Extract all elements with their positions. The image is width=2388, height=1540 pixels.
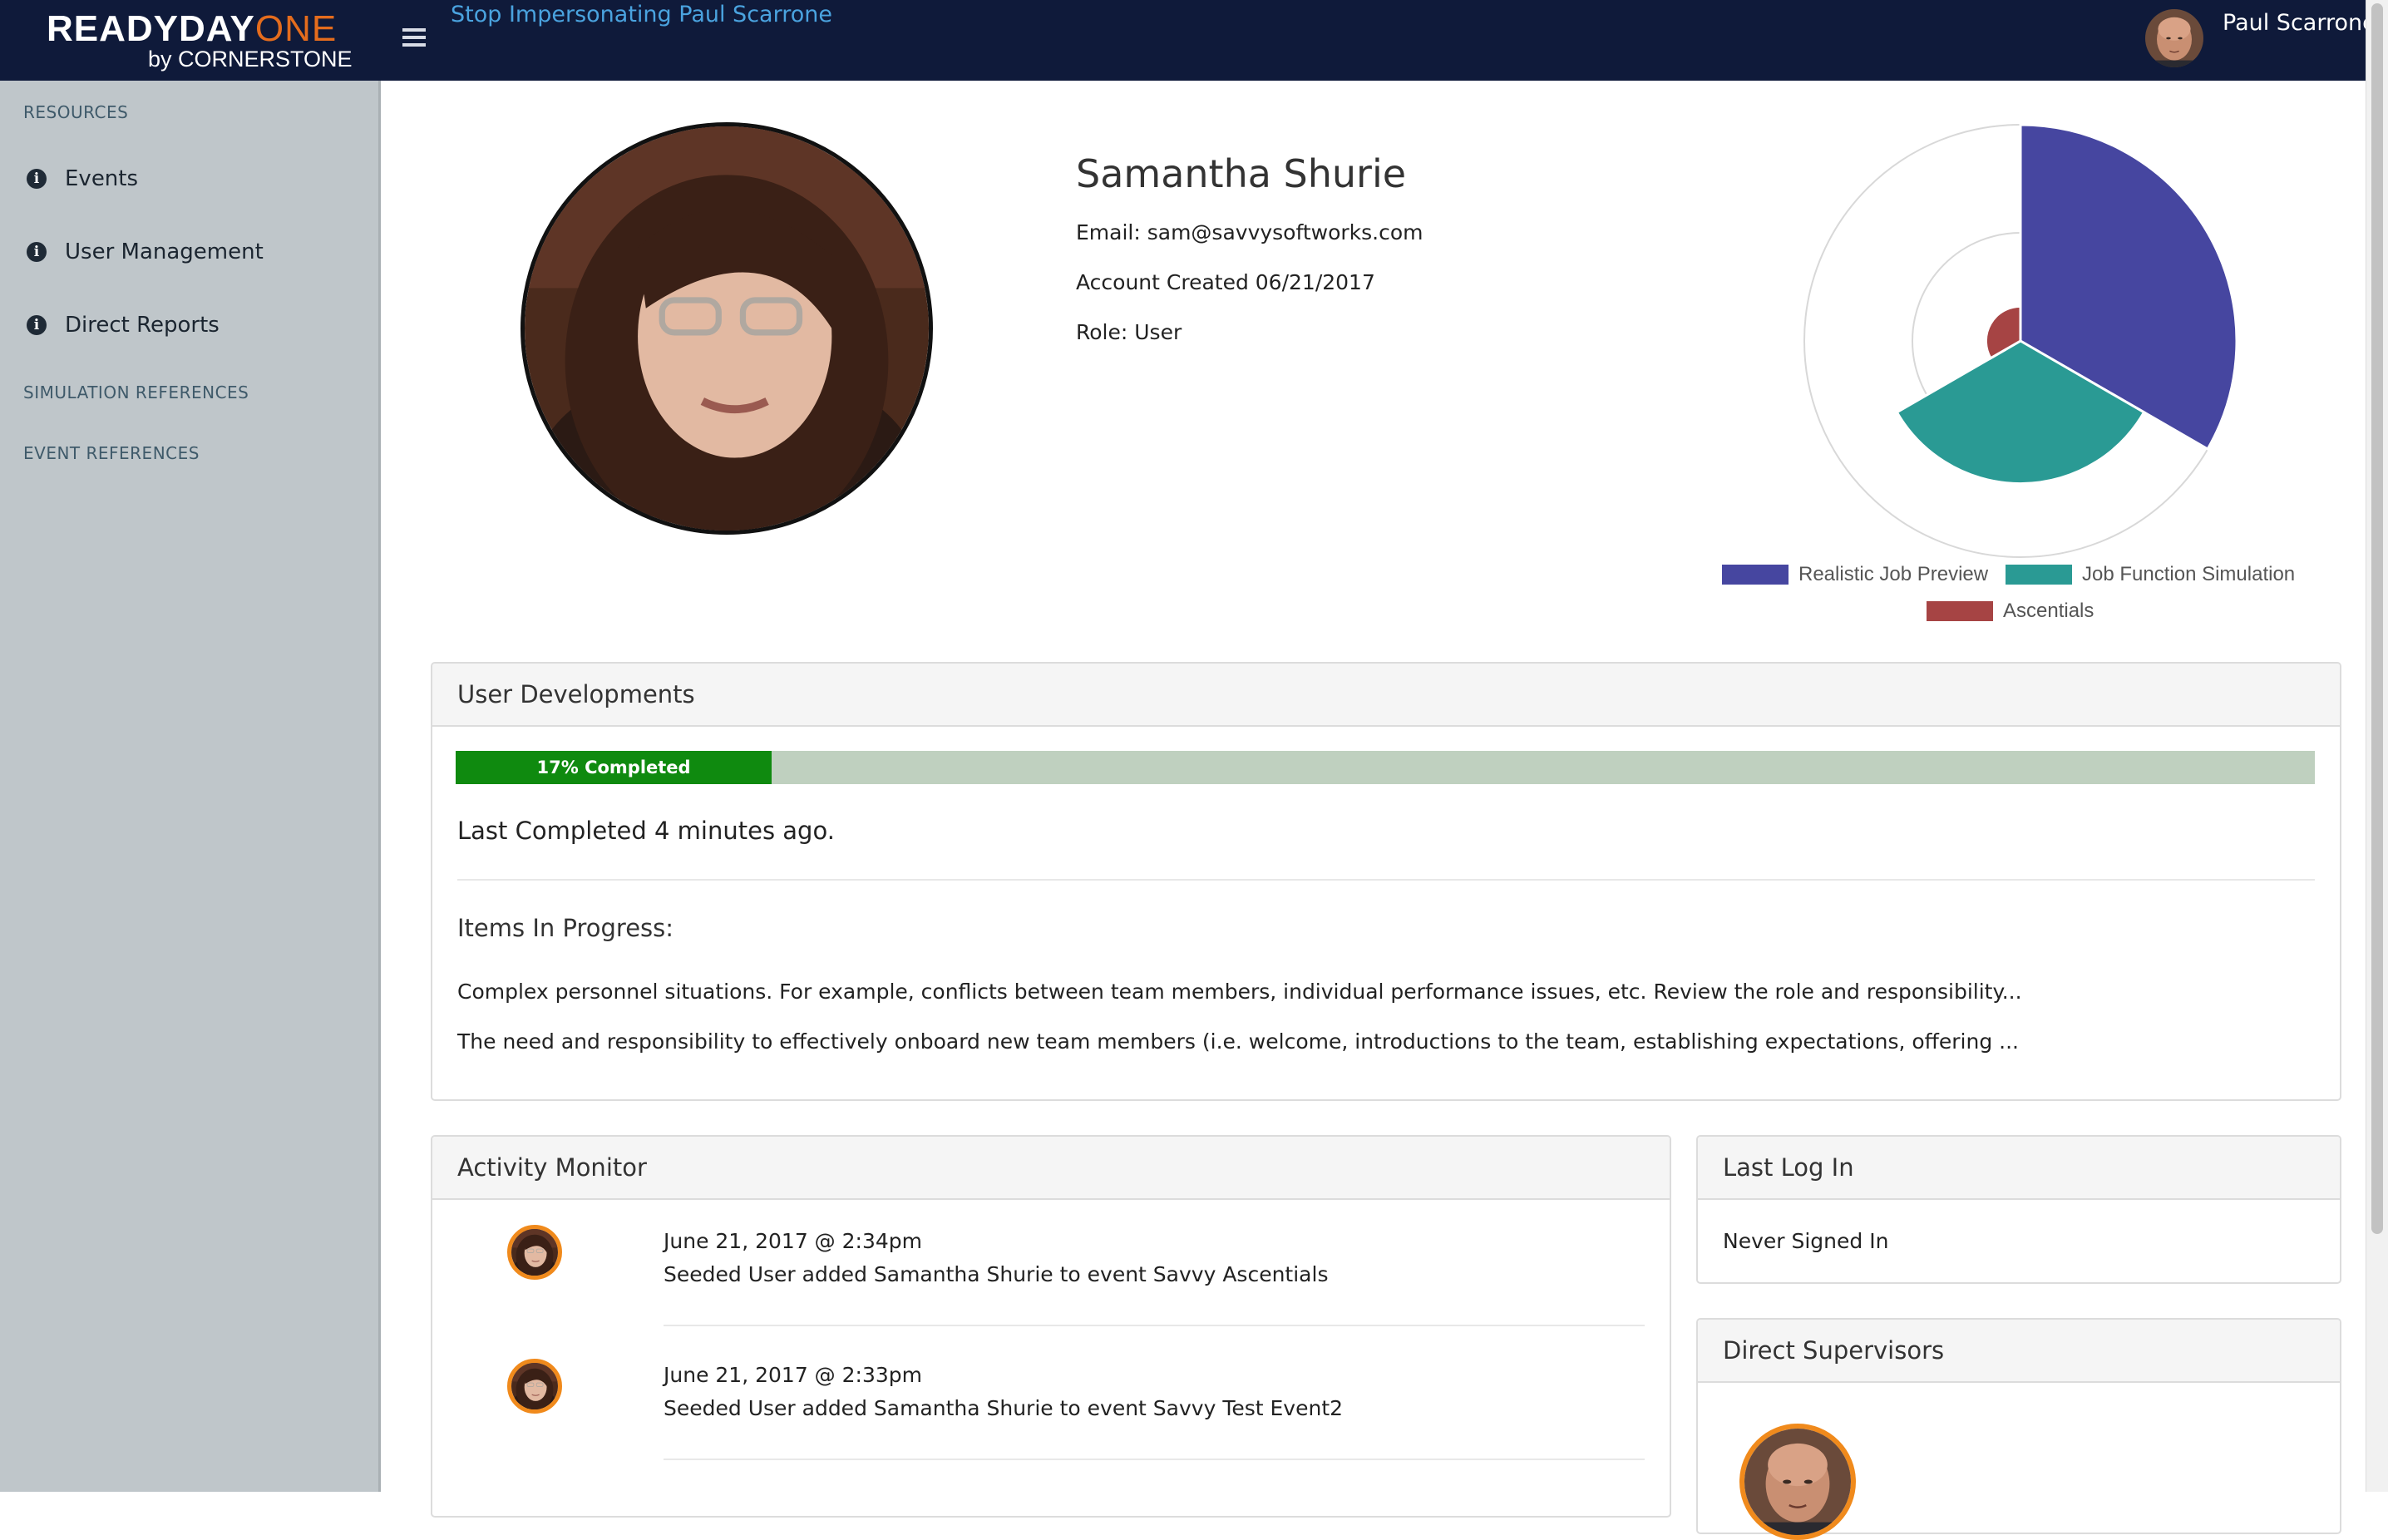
activity-description: Seeded User added Samantha Shurie to eve… — [664, 1396, 1344, 1420]
development-polar-chart — [1803, 123, 2238, 558]
items-in-progress-heading: Items In Progress: — [457, 914, 674, 942]
profile-photo — [521, 122, 933, 535]
last-login-value: Never Signed In — [1723, 1229, 1889, 1253]
top-navbar: READYDAYONE by CORNERSTONE Stop Imperson… — [0, 0, 2376, 81]
activity-timestamp: June 21, 2017 @ 2:33pm — [664, 1363, 922, 1387]
last-completed-text: Last Completed 4 minutes ago. — [457, 817, 835, 845]
activity-user-avatar[interactable] — [507, 1225, 562, 1280]
legend-label: Ascentials — [2003, 600, 2094, 622]
sidebar-item-events[interactable]: i Events — [27, 162, 138, 195]
panel-title: User Developments — [432, 664, 2340, 727]
last-login-panel: Last Log In — [1696, 1135, 2341, 1284]
in-progress-item[interactable]: Complex personnel situations. For exampl… — [457, 980, 2022, 1004]
sidebar: RESOURCES i Events i User Management i D… — [0, 81, 381, 1492]
stop-impersonating-link[interactable]: Stop Impersonating Paul Scarrone — [451, 2, 832, 27]
page-scrollbar[interactable] — [2366, 0, 2388, 1492]
sidebar-item-label: User Management — [65, 239, 264, 264]
sidebar-item-label: Direct Reports — [65, 313, 220, 338]
legend-swatch — [1722, 565, 1789, 585]
scrollbar-thumb[interactable] — [2371, 3, 2383, 1234]
activity-user-avatar[interactable] — [507, 1359, 562, 1414]
legend-item[interactable]: Realistic Job Preview — [1722, 563, 1988, 586]
info-icon: i — [27, 242, 47, 262]
profile-account-created: Account Created 06/21/2017 — [1076, 270, 1375, 294]
sidebar-section-event-references[interactable]: EVENT REFERENCES — [23, 443, 200, 463]
activity-description: Seeded User added Samantha Shurie to eve… — [664, 1262, 1329, 1286]
legend-label: Job Function Simulation — [2082, 563, 2296, 585]
profile-name: Samantha Shurie — [1076, 151, 1407, 196]
divider — [664, 1459, 1645, 1460]
sidebar-section-simulation-references[interactable]: SIMULATION REFERENCES — [23, 383, 249, 402]
sidebar-section-resources: RESOURCES — [23, 102, 129, 122]
legend-swatch — [1927, 601, 1993, 621]
divider — [457, 879, 2315, 881]
legend-swatch — [2006, 565, 2072, 585]
supervisor-avatar[interactable] — [1739, 1424, 1856, 1540]
info-icon: i — [27, 169, 47, 189]
readydayone-logo[interactable]: READYDAYONE by CORNERSTONE — [47, 8, 353, 72]
panel-title: Direct Supervisors — [1698, 1320, 2340, 1383]
panel-title: Activity Monitor — [432, 1137, 1670, 1200]
legend-item[interactable]: Job Function Simulation — [2006, 563, 2295, 586]
divider — [664, 1325, 1645, 1326]
panel-title: Last Log In — [1698, 1137, 2340, 1200]
profile-role: Role: User — [1076, 320, 1182, 344]
profile-email: Email: sam@savvysoftworks.com — [1076, 220, 1423, 244]
logo-wordmark: READYDAYONE — [47, 8, 338, 49]
current-user-avatar[interactable] — [2145, 9, 2203, 67]
activity-monitor-panel: Activity Monitor — [431, 1135, 1671, 1518]
activity-timestamp: June 21, 2017 @ 2:34pm — [664, 1229, 922, 1253]
development-progress-bar: 17% Completed — [456, 751, 2315, 784]
legend-label: Realistic Job Preview — [1798, 563, 1989, 585]
legend-item[interactable]: Ascentials — [1927, 600, 2094, 623]
current-user-name[interactable]: Paul Scarrone — [2223, 10, 2376, 36]
logo-byline: by CORNERSTONE — [148, 47, 353, 72]
info-icon: i — [27, 315, 47, 335]
sidebar-item-user-management[interactable]: i User Management — [27, 235, 264, 269]
hamburger-menu-icon[interactable] — [402, 28, 426, 48]
in-progress-item[interactable]: The need and responsibility to effective… — [457, 1029, 2019, 1054]
progress-fill: 17% Completed — [456, 751, 772, 784]
sidebar-item-label: Events — [65, 166, 139, 191]
sidebar-item-direct-reports[interactable]: i Direct Reports — [27, 308, 220, 342]
